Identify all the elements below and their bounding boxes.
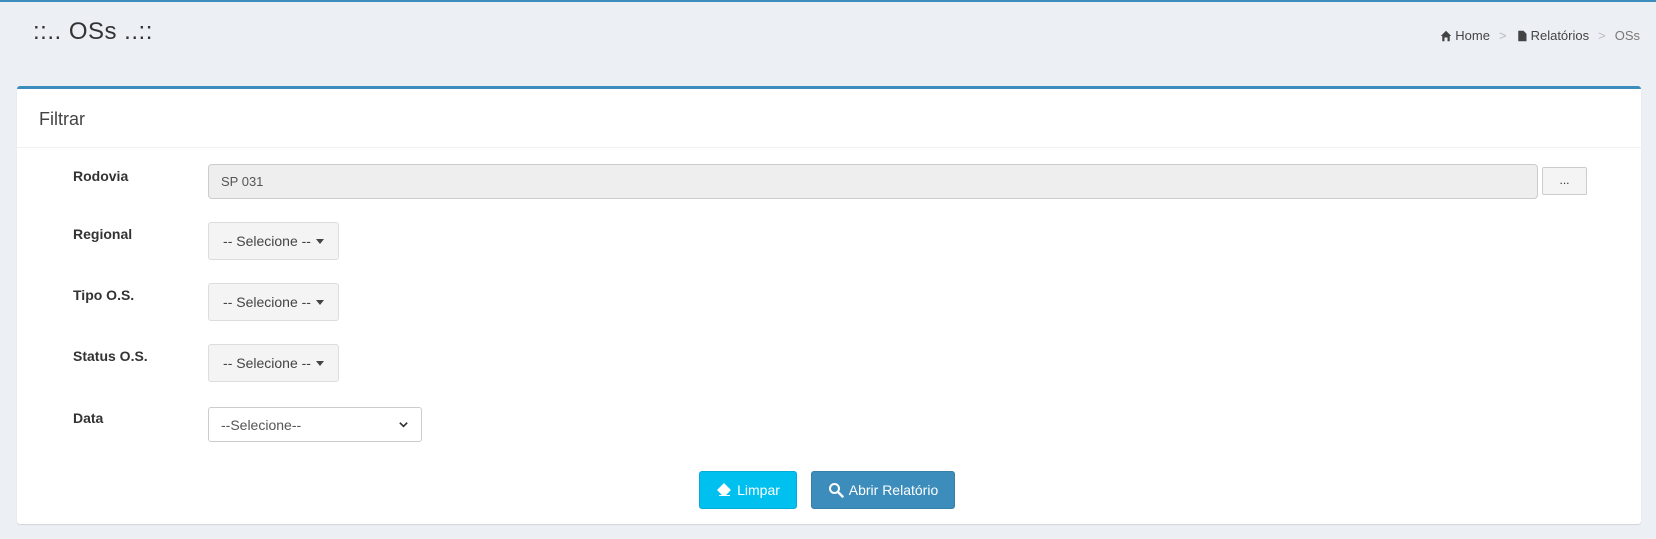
page-title: ::.. OSs ..:: [33,18,153,45]
breadcrumb-separator: > [1598,28,1606,43]
eraser-icon [717,483,732,496]
caret-down-icon [315,360,324,366]
filter-panel: Filtrar Rodovia SP 031 ... Regional -- S… [17,86,1641,524]
breadcrumb-home-label: Home [1455,28,1490,43]
data-select[interactable]: --Selecione-- [208,407,422,442]
caret-down-icon [315,299,324,305]
breadcrumb-reports-label: Relatórios [1530,28,1590,43]
breadcrumb: Home > Relatórios > OSs [1440,28,1640,43]
breadcrumb-separator: > [1498,28,1507,43]
rodovia-input[interactable]: SP 031 [208,164,1538,199]
status-os-label: Status O.S. [73,348,148,364]
regional-dropdown-value: -- Selecione -- [223,233,311,249]
breadcrumb-current: OSs [1614,28,1640,43]
regional-dropdown[interactable]: -- Selecione -- [208,222,339,260]
rodovia-lookup-button[interactable]: ... [1542,167,1587,195]
open-report-button[interactable]: Abrir Relatório [811,471,955,509]
breadcrumb-reports[interactable]: Relatórios [1516,28,1590,43]
chevron-down-icon [399,422,408,428]
tipo-os-dropdown[interactable]: -- Selecione -- [208,283,339,321]
caret-down-icon [315,238,324,244]
data-label: Data [73,410,104,426]
regional-label: Regional [73,226,133,242]
home-icon [1441,30,1452,41]
clear-button[interactable]: Limpar [699,471,797,509]
rodovia-label: Rodovia [73,168,129,184]
tipo-os-dropdown-value: -- Selecione -- [223,294,311,310]
status-os-dropdown[interactable]: -- Selecione -- [208,344,339,382]
status-os-dropdown-value: -- Selecione -- [223,355,311,371]
search-icon [828,483,844,498]
data-select-value: --Selecione-- [221,416,302,433]
tipo-os-label: Tipo O.S. [73,287,135,303]
panel-title: Filtrar [17,89,1641,148]
breadcrumb-home[interactable]: Home [1440,28,1490,43]
clear-button-label: Limpar [737,482,780,498]
open-report-button-label: Abrir Relatório [848,482,939,498]
file-icon [1517,30,1527,41]
